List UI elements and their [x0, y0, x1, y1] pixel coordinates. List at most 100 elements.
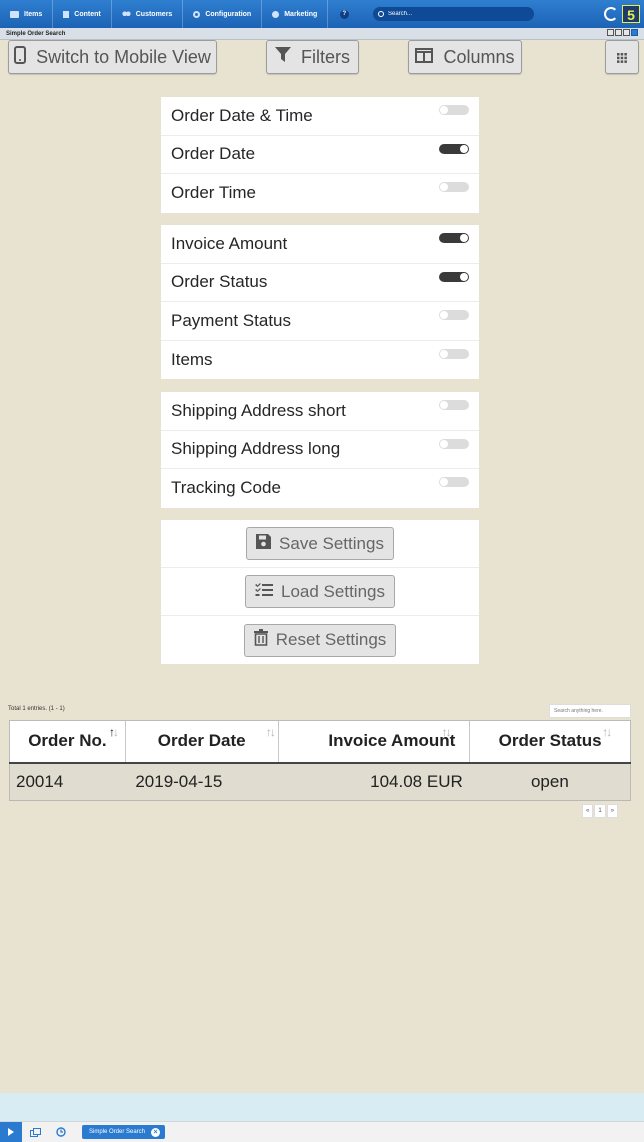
switch-mobile-view-label: Switch to Mobile View: [36, 46, 211, 67]
sort-ascending-icon[interactable]: ↑↓: [109, 725, 119, 739]
restore-icon[interactable]: [615, 29, 622, 36]
filters-button[interactable]: Filters: [266, 40, 359, 74]
column-option-label: Tracking Code: [171, 478, 281, 498]
column-option-label: Payment Status: [171, 310, 292, 330]
pager-page-button[interactable]: 1: [594, 804, 606, 818]
column-option-label: Order Status: [171, 272, 268, 292]
help-icon[interactable]: ?: [336, 0, 352, 28]
column-toggle-invoice-amount[interactable]: [439, 233, 469, 243]
column-toggle-payment-status[interactable]: [439, 310, 469, 320]
checklist-icon: [255, 582, 274, 602]
column-header-invoice-amount[interactable]: Invoice Amount ↑↓: [277, 720, 470, 764]
orders-table: Order No. ↑↓ Order Date ↑↓ Invoice Amoun…: [9, 720, 631, 801]
column-option-label: Shipping Address long: [171, 439, 341, 459]
nav-items[interactable]: Items: [0, 0, 54, 28]
column-toggle-order-date-time[interactable]: [439, 105, 469, 115]
configuration-icon: [193, 10, 201, 18]
cell-invoice-amount: 104.08 EUR: [278, 762, 470, 801]
windows-icon[interactable]: [22, 1122, 48, 1142]
clock-icon[interactable]: [48, 1122, 74, 1142]
app-logo: 5: [622, 5, 640, 23]
pager-prev-button[interactable]: «: [582, 804, 594, 818]
column-option: Order Time: [161, 174, 479, 213]
column-option: Tracking Code: [161, 469, 479, 508]
main-content: Switch to Mobile View Filters Columns Or…: [0, 40, 644, 1093]
column-option: Order Date: [161, 136, 479, 174]
trash-icon: [253, 629, 268, 651]
cell-order-date: 2019-04-15: [125, 762, 279, 801]
global-search-input[interactable]: [388, 11, 508, 17]
column-toggle-order-time[interactable]: [439, 182, 469, 192]
close-window-icon[interactable]: [631, 29, 638, 36]
columns-button[interactable]: Columns: [408, 40, 522, 74]
column-toggle-tracking-code[interactable]: [439, 477, 469, 487]
switch-mobile-view-button[interactable]: Switch to Mobile View: [8, 40, 217, 74]
column-header-label: Order No.: [28, 731, 107, 751]
customers-icon: [121, 10, 131, 18]
reset-settings-label: Reset Settings: [275, 630, 387, 649]
save-settings-label: Save Settings: [279, 533, 384, 553]
column-group-shipping: Shipping Address short Shipping Address …: [161, 392, 479, 508]
sort-icon[interactable]: ↑↓: [442, 725, 452, 739]
settings-action-row: Load Settings: [161, 568, 479, 616]
columns-icon: [415, 47, 434, 68]
nav-configuration[interactable]: Configuration: [183, 0, 263, 28]
refresh-icon[interactable]: [604, 7, 618, 21]
nav-content-label: Content: [74, 10, 101, 18]
maximize-icon[interactable]: [623, 29, 630, 36]
settings-action-row: Save Settings: [161, 520, 479, 568]
items-icon: [10, 10, 19, 18]
column-toggle-order-status[interactable]: [439, 271, 469, 282]
column-toggle-items[interactable]: [439, 348, 469, 359]
cell-order-no: 20014: [9, 762, 126, 801]
nav-content[interactable]: Content: [53, 0, 112, 28]
footer-strip: [0, 1093, 644, 1121]
nav-customers[interactable]: Customers: [112, 0, 184, 28]
column-toggle-shipping-short[interactable]: [439, 400, 469, 410]
reset-settings-button[interactable]: Reset Settings: [243, 623, 397, 657]
marketing-icon: [272, 10, 280, 18]
column-option-label: Items: [171, 349, 213, 369]
nav-items-label: Items: [24, 10, 43, 18]
settings-actions-panel: Save Settings Load Settings Reset Settin…: [161, 520, 479, 664]
column-option: Shipping Address short: [161, 392, 479, 431]
table-row[interactable]: 20014 2019-04-15 104.08 EUR open: [9, 762, 631, 801]
minimize-icon[interactable]: [607, 29, 614, 36]
grid-menu-button[interactable]: [605, 40, 639, 74]
settings-action-row: Reset Settings: [161, 616, 479, 664]
nav-customers-label: Customers: [135, 10, 173, 18]
nav-marketing[interactable]: Marketing: [262, 0, 329, 28]
pagination: « 1 »: [582, 804, 619, 818]
sort-icon[interactable]: ↑↓: [266, 725, 276, 739]
column-option: Order Status: [161, 264, 479, 302]
pager-next-button[interactable]: »: [606, 804, 619, 818]
column-header-label: Invoice Amount: [328, 731, 456, 751]
nav-configuration-label: Configuration: [205, 10, 252, 18]
start-icon[interactable]: [0, 1121, 22, 1142]
load-settings-label: Load Settings: [281, 581, 385, 601]
table-search-input[interactable]: [549, 704, 631, 718]
mobile-icon: [14, 45, 27, 69]
sort-icon[interactable]: ↑↓: [602, 725, 612, 739]
grid-menu-icon: [617, 47, 627, 68]
column-toggle-shipping-long[interactable]: [439, 438, 469, 449]
columns-label: Columns: [443, 46, 515, 67]
filters-label: Filters: [301, 46, 350, 67]
column-option-label: Shipping Address short: [171, 400, 346, 420]
cell-order-status: open: [469, 762, 631, 801]
column-toggle-order-date[interactable]: [439, 143, 469, 154]
close-task-icon[interactable]: ×: [151, 1127, 161, 1137]
save-icon: [256, 533, 272, 554]
column-header-order-status[interactable]: Order Status ↑↓: [469, 720, 631, 764]
column-header-order-date[interactable]: Order Date ↑↓: [124, 720, 279, 764]
taskbar-task-simple-order-search[interactable]: Simple Order Search ×: [82, 1125, 166, 1139]
save-settings-button[interactable]: Save Settings: [246, 527, 394, 560]
column-header-label: Order Date: [157, 731, 246, 751]
top-navigation: Items Content Customers Configuration Ma…: [0, 0, 644, 28]
filter-icon: [275, 46, 291, 68]
column-header-order-no[interactable]: Order No. ↑↓: [9, 720, 126, 764]
global-search: [373, 7, 534, 21]
column-option: Items: [161, 341, 479, 380]
column-option: Invoice Amount: [161, 225, 479, 264]
load-settings-button[interactable]: Load Settings: [245, 575, 395, 608]
